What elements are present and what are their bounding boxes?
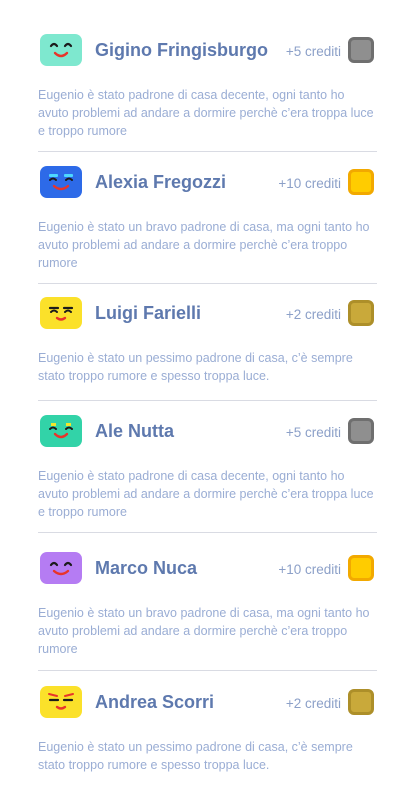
avatar-smile-icon xyxy=(40,34,82,66)
reviewer-name[interactable]: Luigi Farielli xyxy=(95,303,201,324)
credits-label: +2 crediti xyxy=(285,307,341,322)
reviewer-name[interactable]: Andrea Scorri xyxy=(95,692,214,713)
reviewer-name[interactable]: Ale Nutta xyxy=(95,421,174,442)
review-header: Luigi Farielli +2 crediti xyxy=(38,297,377,337)
review-item: Luigi Farielli +2 crediti Eugenio è stat… xyxy=(38,297,377,401)
avatar-wink-icon xyxy=(40,166,82,198)
review-item: Marco Nuca +10 crediti Eugenio è stato u… xyxy=(38,552,377,671)
gray-coin-icon xyxy=(348,418,374,444)
review-text: Eugenio è stato padrone di casa decente,… xyxy=(38,88,374,138)
credits-label: +10 crediti xyxy=(278,176,341,191)
avatar-happy-icon xyxy=(40,415,82,447)
review-text: Eugenio è stato un bravo padrone di casa… xyxy=(38,606,370,656)
olive-coin-icon xyxy=(348,300,374,326)
review-header: Ale Nutta +5 crediti xyxy=(38,415,377,455)
gold-coin-icon xyxy=(348,169,374,195)
reviewer-name[interactable]: Gigino Fringisburgo xyxy=(95,40,268,61)
review-item: Gigino Fringisburgo +5 crediti Eugenio è… xyxy=(38,34,377,152)
review-text: Eugenio è stato un bravo padrone di casa… xyxy=(38,220,370,270)
review-item: Ale Nutta +5 crediti Eugenio è stato pad… xyxy=(38,415,377,533)
review-header: Andrea Scorri +2 crediti xyxy=(38,686,377,726)
gray-coin-icon xyxy=(348,37,374,63)
review-item: Andrea Scorri +2 crediti Eugenio è stato… xyxy=(38,686,377,786)
olive-coin-icon xyxy=(348,689,374,715)
review-text: Eugenio è stato padrone di casa decente,… xyxy=(38,469,374,519)
review-text: Eugenio è stato un pessimo padrone di ca… xyxy=(38,351,353,383)
reviewer-name[interactable]: Alexia Fregozzi xyxy=(95,172,226,193)
credits-label: +5 crediti xyxy=(285,425,341,440)
review-header: Alexia Fregozzi +10 crediti xyxy=(38,166,377,206)
reviews-list: Gigino Fringisburgo +5 crediti Eugenio è… xyxy=(0,0,410,809)
credits-label: +2 crediti xyxy=(285,696,341,711)
review-text: Eugenio è stato un pessimo padrone di ca… xyxy=(38,740,353,772)
reviewer-name[interactable]: Marco Nuca xyxy=(95,558,197,579)
review-header: Marco Nuca +10 crediti xyxy=(38,552,377,592)
review-item: Alexia Fregozzi +10 crediti Eugenio è st… xyxy=(38,166,377,284)
gold-coin-icon xyxy=(348,555,374,581)
credits-label: +10 crediti xyxy=(278,562,341,577)
avatar-sleepy-icon xyxy=(40,297,82,329)
review-header: Gigino Fringisburgo +5 crediti xyxy=(38,34,377,74)
credits-label: +5 crediti xyxy=(285,44,341,59)
avatar-grumpy-icon xyxy=(40,686,82,718)
avatar-smile-icon xyxy=(40,552,82,584)
